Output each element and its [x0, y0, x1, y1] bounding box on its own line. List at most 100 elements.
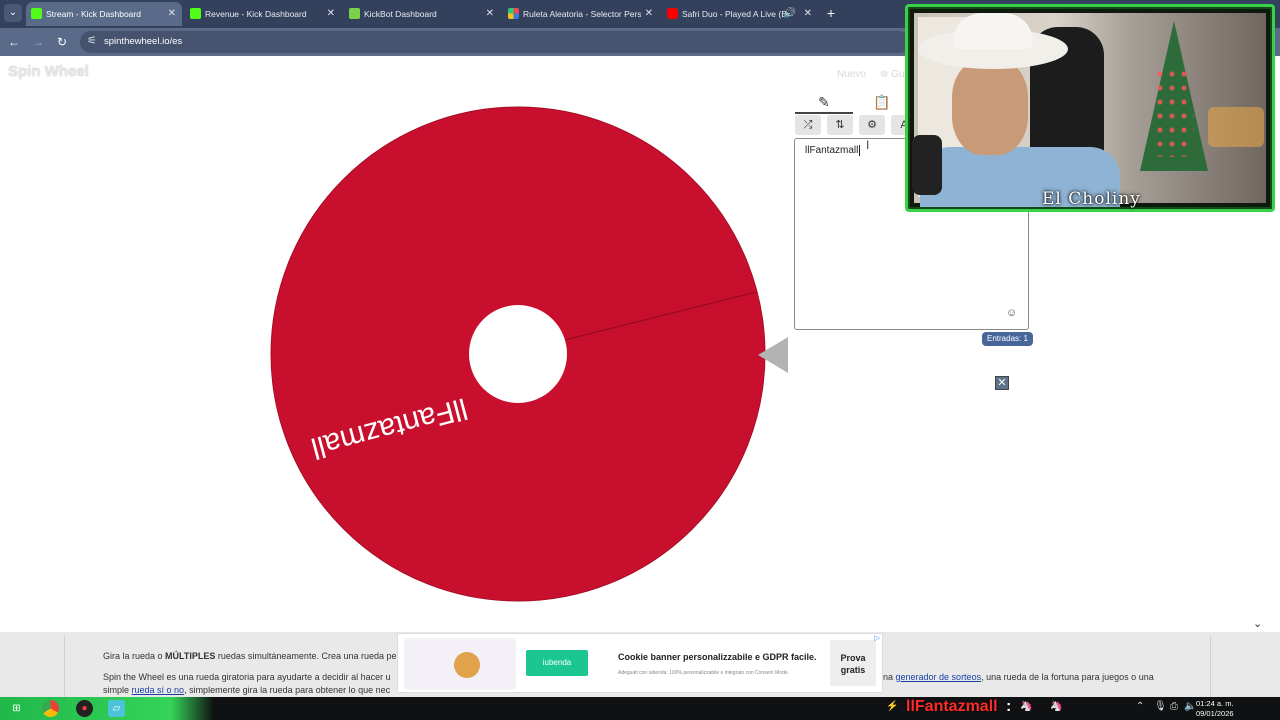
- tab-results[interactable]: 📋: [853, 90, 911, 114]
- spin-wheel-icon: [508, 8, 519, 19]
- sort-button[interactable]: ⇅: [827, 115, 853, 135]
- raffle-generator-link[interactable]: generador de sorteos: [896, 672, 982, 682]
- tab-stream-kick-dashboard[interactable]: Stream - Kick Dashboard ✕: [26, 2, 182, 26]
- close-tab-icon[interactable]: ✕: [327, 2, 335, 26]
- overlay-alert-separator: :: [1006, 698, 1012, 715]
- microphone-icon: [912, 135, 942, 195]
- back-icon[interactable]: ←: [6, 34, 22, 50]
- line3-suffix: , simplemente gira la rueda para obtener…: [184, 685, 391, 695]
- ad-brand-logo: iubenda: [526, 650, 588, 676]
- new-wheel-link[interactable]: Nuevo: [837, 69, 866, 80]
- save-wheel-link[interactable]: ⊚ Gu: [880, 69, 905, 80]
- line1-bold: MÚLTIPLES: [165, 651, 216, 661]
- clock-time: 01:24 a. m.: [1196, 699, 1234, 708]
- app-icon[interactable]: ▱: [108, 700, 125, 717]
- windows-start-icon[interactable]: ⊞: [8, 700, 25, 717]
- kick-logo-icon: [31, 8, 42, 19]
- close-tab-icon[interactable]: ✕: [486, 2, 494, 26]
- chrome-icon[interactable]: [42, 700, 59, 717]
- streamer-name: El Choliny: [1042, 189, 1141, 209]
- close-tab-icon[interactable]: ✕: [645, 2, 653, 26]
- clipboard-icon: 📋: [873, 94, 891, 110]
- close-tab-icon[interactable]: ✕: [168, 2, 176, 26]
- chevron-down-icon[interactable]: ⌄: [1253, 617, 1262, 630]
- screen: ⌄ Stream - Kick Dashboard ✕ Revenue - Ki…: [0, 0, 1280, 720]
- sort-icon: ⇅: [835, 119, 845, 131]
- description-line-1: Gira la rueda o MÚLTIPLES ruedas simultá…: [103, 651, 397, 661]
- advertisement-banner[interactable]: iubenda Cookie banner personalizzabile e…: [397, 633, 883, 693]
- entries-text: llFantazmall: [805, 145, 859, 157]
- alert-icon: ⚡: [886, 701, 899, 712]
- kick-logo-icon: [190, 8, 201, 19]
- tab-label: KickBot Dashboard: [364, 9, 437, 19]
- tab-safri-duo-youtube[interactable]: Safri Duo - Played A Live (B 🔊 ✕: [662, 2, 818, 26]
- close-tab-icon[interactable]: ✕: [804, 2, 812, 26]
- line2-right-suffix: , una rueda de la fortuna para juegos o …: [981, 672, 1154, 682]
- unicorn-icon: 🦄: [1050, 701, 1063, 712]
- line1-suffix: ruedas simultáneamente. Crea una rueda p…: [215, 651, 397, 661]
- kickbot-icon: [349, 8, 360, 19]
- forward-icon[interactable]: →: [30, 34, 46, 50]
- tab-label: Ruleta Aleatoria - Selector Pers: [523, 9, 641, 19]
- wheel-pointer: [758, 337, 788, 373]
- tab-ruleta-aleatoria[interactable]: Ruleta Aleatoria - Selector Pers ✕: [503, 2, 659, 26]
- close-icon[interactable]: ✕: [995, 376, 1009, 390]
- reload-icon[interactable]: ↻: [54, 34, 70, 50]
- text-cursor: [859, 145, 861, 156]
- cowboy-hat-crown: [953, 13, 1033, 49]
- microphone-tray-icon[interactable]: 🎙: [1154, 701, 1167, 712]
- obs-icon[interactable]: ●: [76, 700, 93, 717]
- shuffle-button[interactable]: ⤮: [795, 115, 821, 135]
- pencil-icon: ✎: [818, 94, 830, 110]
- speaker-icon[interactable]: 🔊: [784, 2, 796, 26]
- youtube-icon: [667, 8, 678, 19]
- webcam-overlay: [905, 4, 1275, 212]
- ad-illustration: [404, 638, 516, 690]
- network-icon[interactable]: ⎙: [1170, 701, 1178, 712]
- clock-date: 09/01/2026: [1196, 709, 1234, 718]
- ad-title: Cookie banner personalizzabile e GDPR fa…: [618, 652, 817, 662]
- taskbar-overlay-bar: [0, 697, 214, 720]
- cookie-icon: [454, 652, 480, 678]
- tab-kickbot-dashboard[interactable]: KickBot Dashboard ✕: [344, 2, 500, 26]
- tab-revenue-kick-dashboard[interactable]: Revenue - Kick Dashboard ✕: [185, 2, 341, 26]
- url-text: spinthewheel.io/es: [104, 36, 183, 47]
- entries-count-badge: Entradas: 1: [982, 332, 1033, 346]
- overlay-alert-name: llFantazmall: [906, 698, 998, 715]
- address-bar[interactable]: ⚟ spinthewheel.io/es: [80, 31, 910, 53]
- wheel-center-hub[interactable]: [469, 305, 567, 403]
- description-line-3: simple rueda sí o no, simplemente gira l…: [103, 685, 390, 695]
- line2-prefix: Spin the Wheel es una rueda giratoria pa…: [103, 672, 391, 682]
- tab-search-icon[interactable]: ⌄: [4, 4, 22, 22]
- tab-edit-entries[interactable]: ✎: [795, 90, 853, 114]
- windows-taskbar: ⊞ ● ▱ ⚡ llFantazmall : 🦄 🦄 ⌃ 🎙 ⎙ 🔈 01:24…: [0, 697, 1280, 720]
- system-clock[interactable]: 01:24 a. m. 09/01/2026: [1196, 699, 1234, 719]
- new-tab-button[interactable]: +: [822, 4, 840, 22]
- volume-icon[interactable]: 🔈: [1184, 701, 1196, 712]
- chevron-up-icon[interactable]: ⌃: [1136, 701, 1144, 712]
- tab-label: Safri Duo - Played A Live (B: [682, 9, 787, 19]
- line1-prefix: Gira la rueda o: [103, 651, 166, 661]
- shuffle-icon: ⤮: [803, 119, 813, 131]
- ad-cta-button[interactable]: Prova gratis: [830, 640, 876, 686]
- ibeam-cursor-icon: I: [866, 138, 870, 152]
- ad-subtitle: Adeguati con iubenda: 100% personalizzab…: [618, 670, 789, 676]
- ad-choices-icon[interactable]: ▷: [875, 634, 880, 642]
- save-label: Gu: [891, 69, 905, 80]
- description-line-2-right: na generador de sorteos, una rueda de la…: [883, 672, 1154, 682]
- tree-lights: [1154, 67, 1194, 157]
- emoji-icon[interactable]: ☺: [1006, 307, 1017, 319]
- webcam-person-face: [952, 59, 1028, 155]
- tab-label: Stream - Kick Dashboard: [46, 9, 141, 19]
- site-info-icon[interactable]: ⚟: [87, 34, 97, 47]
- settings-icon: ⚙: [867, 119, 877, 131]
- spin-wheel[interactable]: llFantazmall: [268, 104, 768, 604]
- settings-button[interactable]: ⚙: [859, 115, 885, 135]
- line3-prefix: simple: [103, 685, 132, 695]
- line2-right-prefix: na: [883, 672, 896, 682]
- webcam-lamp: [1208, 107, 1264, 147]
- yes-no-wheel-link[interactable]: rueda sí o no: [132, 685, 185, 695]
- description-line-2: Spin the Wheel es una rueda giratoria pa…: [103, 672, 391, 682]
- site-logo[interactable]: Spin Wheel: [8, 63, 89, 80]
- unicorn-icon: 🦄: [1020, 701, 1033, 712]
